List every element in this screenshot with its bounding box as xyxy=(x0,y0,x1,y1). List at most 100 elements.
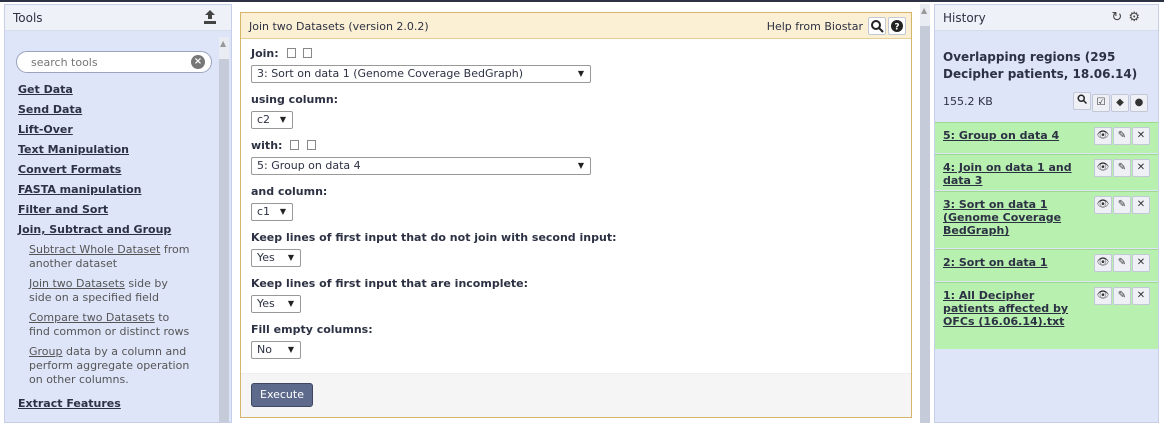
and-column-label: and column: xyxy=(251,185,328,198)
close-icon[interactable]: ✕ xyxy=(1132,196,1150,214)
pencil-icon[interactable]: ✎ xyxy=(1113,287,1131,305)
fill-empty-columns-select[interactable]: No ▼ xyxy=(251,341,301,359)
search-icon[interactable] xyxy=(1073,92,1091,110)
with-select-value: 5: Group on data 4 xyxy=(257,159,361,172)
section-send-data[interactable]: Send Data xyxy=(18,103,210,123)
with-label: with: xyxy=(251,139,901,157)
help-from-biostar-link[interactable]: Help from Biostar xyxy=(767,20,863,33)
keep-incomplete-select[interactable]: Yes ▼ xyxy=(251,295,301,313)
search-tools-field[interactable]: × xyxy=(16,51,212,73)
section-filter-and-sort[interactable]: Filter and Sort xyxy=(18,203,210,223)
search-biostar-button[interactable] xyxy=(868,17,886,35)
tool-link-join-two-datasets[interactable]: Join two Datasets xyxy=(29,277,125,290)
upload-icon[interactable] xyxy=(203,9,217,25)
keep-unjoined-select[interactable]: Yes ▼ xyxy=(251,249,301,267)
search-tools-input[interactable] xyxy=(31,55,181,69)
chevron-down-icon: ▼ xyxy=(577,69,584,78)
join-label-text: Join: xyxy=(251,47,279,60)
section-lift-over[interactable]: Lift-Over xyxy=(18,123,210,143)
section-fasta-manipulation[interactable]: FASTA manipulation xyxy=(18,183,210,203)
center-scrollbar[interactable]: ▲ xyxy=(920,4,930,423)
eye-icon[interactable]: 👁 xyxy=(1094,127,1112,145)
history-dataset-item[interactable]: 2: Sort on data 1 👁 ✎ ✕ xyxy=(935,249,1158,281)
dataset-actions: 👁 ✎ ✕ xyxy=(1093,127,1150,145)
history-name[interactable]: Overlapping regions (295 Decipher patien… xyxy=(943,49,1148,83)
single-dataset-icon[interactable] xyxy=(290,140,300,150)
dataset-name[interactable]: 1: All Decipher patients affected by OFC… xyxy=(943,289,1083,328)
gear-icon[interactable]: ⚙ xyxy=(1128,10,1146,25)
history-size: 155.2 KB xyxy=(943,95,993,108)
close-icon[interactable]: ✕ xyxy=(1132,159,1150,177)
dataset-name[interactable]: 3: Sort on data 1 (Genome Coverage BedGr… xyxy=(943,198,1083,237)
pencil-icon[interactable]: ✎ xyxy=(1113,254,1131,272)
tool-desc: side by xyxy=(124,277,168,290)
join-select[interactable]: 3: Sort on data 1 (Genome Coverage BedGr… xyxy=(251,65,591,83)
section-text-manipulation[interactable]: Text Manipulation xyxy=(18,143,210,163)
history-panel: History ↻⚙ Overlapping regions (295 Deci… xyxy=(934,4,1159,423)
multiple-datasets-icon[interactable] xyxy=(307,140,317,150)
dataset-name[interactable]: 5: Group on data 4 xyxy=(943,129,1083,142)
tool-form-title: Join two Datasets (version 2.0.2) xyxy=(249,20,429,33)
history-actions: ☑ ◆ ● xyxy=(1072,92,1148,112)
tool-desc: on other columns. xyxy=(29,373,129,386)
using-column-select[interactable]: c2 ▼ xyxy=(251,111,293,129)
tools-scrollbar[interactable]: ▲ xyxy=(219,37,229,422)
with-select[interactable]: 5: Group on data 4 ▼ xyxy=(251,157,591,175)
close-icon[interactable]: ✕ xyxy=(1132,254,1150,272)
question-icon: ? xyxy=(891,20,903,33)
scrollbar-thumb[interactable] xyxy=(219,59,229,422)
eye-icon[interactable]: 👁 xyxy=(1094,159,1112,177)
using-column-value: c2 xyxy=(257,113,271,126)
pencil-icon[interactable]: ✎ xyxy=(1113,159,1131,177)
scroll-up-arrow-icon[interactable]: ▲ xyxy=(220,39,226,48)
eye-icon[interactable]: 👁 xyxy=(1094,254,1112,272)
scroll-up-arrow-icon[interactable]: ▲ xyxy=(921,6,927,15)
chevron-down-icon: ▼ xyxy=(279,207,286,216)
dataset-actions: 👁 ✎ ✕ xyxy=(1093,159,1150,177)
svg-text:?: ? xyxy=(894,23,899,33)
tool-list: Get Data Send Data Lift-Over Text Manipu… xyxy=(18,83,210,417)
section-get-data[interactable]: Get Data xyxy=(18,83,210,103)
dataset-name[interactable]: 4: Join on data 1 and data 3 xyxy=(943,161,1083,187)
scrollbar-thumb[interactable] xyxy=(920,26,930,423)
fill-empty-columns-value: No xyxy=(257,343,272,356)
single-dataset-icon[interactable] xyxy=(286,48,296,58)
chevron-down-icon: ▼ xyxy=(279,115,286,124)
tools-panel-header: Tools xyxy=(5,5,231,31)
history-dataset-item[interactable]: 3: Sort on data 1 (Genome Coverage BedGr… xyxy=(935,191,1158,248)
tool-desc: perform aggregate operation xyxy=(29,359,190,372)
tool-link-group[interactable]: Group xyxy=(29,345,63,358)
close-icon[interactable]: ✕ xyxy=(1132,287,1150,305)
tool-desc: find common or distinct rows xyxy=(29,325,190,338)
eye-icon[interactable]: 👁 xyxy=(1094,287,1112,305)
section-convert-formats[interactable]: Convert Formats xyxy=(18,163,210,183)
execute-button[interactable]: Execute xyxy=(251,383,313,407)
section-join-subtract-group[interactable]: Join, Subtract and Group xyxy=(18,223,210,243)
section-extract-features[interactable]: Extract Features xyxy=(18,397,210,417)
eye-icon[interactable]: 👁 xyxy=(1094,196,1112,214)
using-column-label: using column: xyxy=(251,93,339,106)
dataset-name[interactable]: 2: Sort on data 1 xyxy=(943,256,1083,269)
pencil-icon[interactable]: ✎ xyxy=(1113,127,1131,145)
close-icon[interactable]: ✕ xyxy=(1132,127,1150,145)
tool-link-subtract-whole-dataset[interactable]: Subtract Whole Dataset xyxy=(29,243,160,256)
tags-icon[interactable]: ◆ xyxy=(1111,94,1129,112)
refresh-icon[interactable]: ↻ xyxy=(1111,10,1128,25)
history-dataset-item[interactable]: 5: Group on data 4 👁 ✎ ✕ xyxy=(935,122,1158,153)
and-column-select[interactable]: c1 ▼ xyxy=(251,203,293,221)
tool-item: Subtract Whole Dataset from another data… xyxy=(18,243,210,271)
keep-unjoined-label: Keep lines of first input that do not jo… xyxy=(251,231,617,244)
checkbox-select-icon[interactable]: ☑ xyxy=(1092,94,1110,112)
tool-link-compare-two-datasets[interactable]: Compare two Datasets xyxy=(29,311,155,324)
chevron-down-icon: ▼ xyxy=(287,345,294,354)
dataset-actions: 👁 ✎ ✕ xyxy=(1093,196,1150,214)
multiple-datasets-icon[interactable] xyxy=(303,48,313,58)
help-button[interactable]: ? xyxy=(888,17,906,35)
and-column-value: c1 xyxy=(257,205,271,218)
pencil-icon[interactable]: ✎ xyxy=(1113,196,1131,214)
history-dataset-item[interactable]: 4: Join on data 1 and data 3 👁 ✎ ✕ xyxy=(935,154,1158,190)
history-dataset-item[interactable]: 1: All Decipher patients affected by OFC… xyxy=(935,282,1158,349)
annotation-comment-icon[interactable]: ● xyxy=(1130,94,1148,112)
chevron-down-icon: ▼ xyxy=(287,299,294,308)
clear-search-icon[interactable]: × xyxy=(191,55,205,69)
